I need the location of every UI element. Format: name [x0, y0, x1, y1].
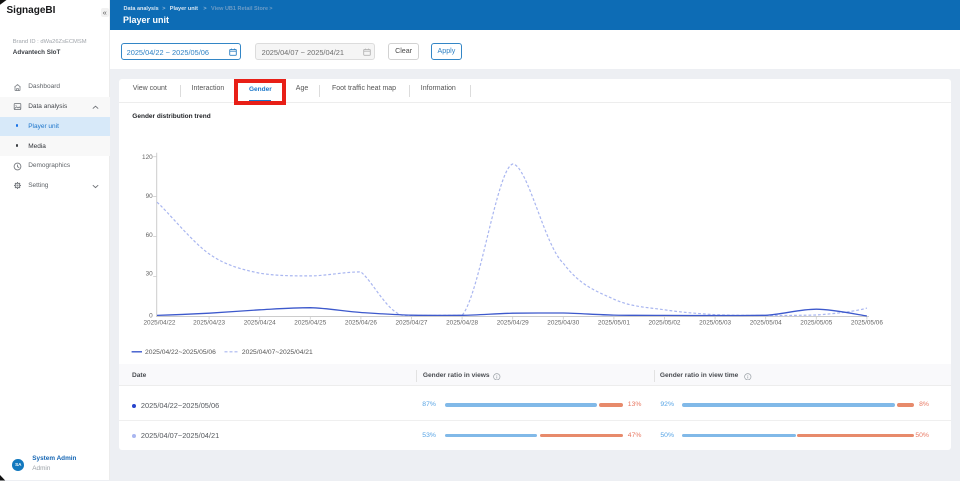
svg-text:2025/04/26: 2025/04/26: [345, 320, 377, 327]
svg-text:30: 30: [146, 271, 154, 278]
svg-text:60: 60: [146, 232, 154, 239]
svg-text:2025/05/01: 2025/05/01: [598, 320, 630, 327]
svg-text:2025/04/28: 2025/04/28: [446, 320, 478, 327]
svg-text:2025/04/30: 2025/04/30: [547, 320, 579, 327]
svg-text:2025/05/04: 2025/05/04: [750, 320, 782, 327]
svg-text:2025/04/07~2025/04/21: 2025/04/07~2025/04/21: [242, 349, 313, 356]
svg-text:2025/05/02: 2025/05/02: [649, 320, 681, 327]
svg-text:2025/04/25: 2025/04/25: [294, 320, 326, 327]
svg-text:120: 120: [142, 154, 153, 161]
svg-text:2025/04/22~2025/05/06: 2025/04/22~2025/05/06: [145, 349, 216, 356]
svg-text:2025/04/22: 2025/04/22: [144, 320, 176, 327]
svg-text:2025/04/29: 2025/04/29: [497, 320, 529, 327]
svg-text:2025/04/23: 2025/04/23: [193, 320, 225, 327]
svg-text:2025/04/24: 2025/04/24: [244, 320, 276, 327]
svg-text:2025/05/05: 2025/05/05: [800, 320, 832, 327]
svg-text:0: 0: [149, 312, 153, 319]
svg-text:2025/05/03: 2025/05/03: [699, 320, 731, 327]
svg-text:2025/04/27: 2025/04/27: [396, 320, 428, 327]
svg-text:2025/05/06: 2025/05/06: [851, 320, 883, 327]
svg-text:90: 90: [146, 193, 154, 200]
